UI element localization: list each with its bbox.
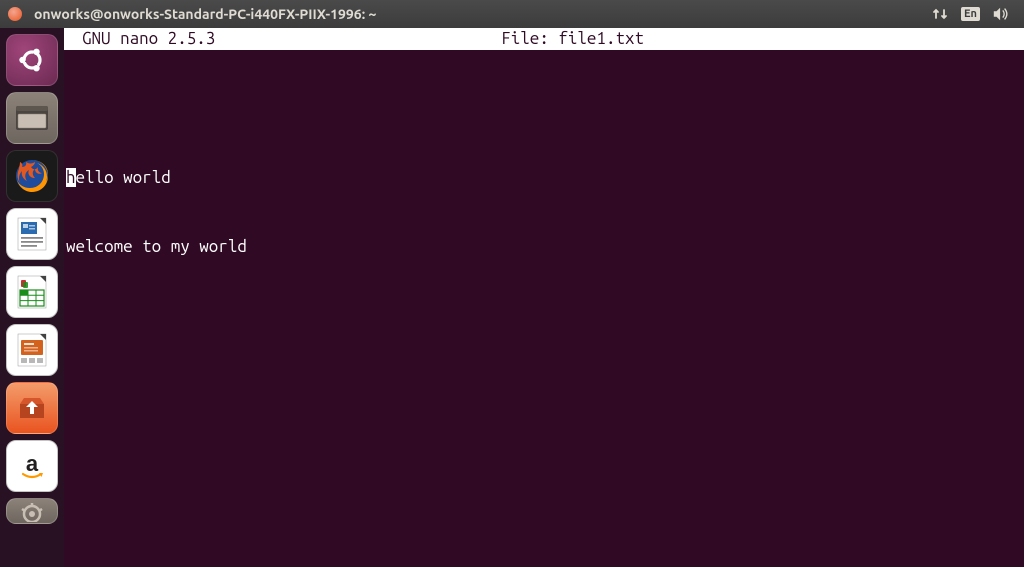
svg-text:a: a: [26, 451, 39, 476]
launcher-software[interactable]: [6, 382, 58, 434]
titlebar-left: onworks@onworks-Standard-PC-i440FX-PIIX-…: [8, 6, 376, 22]
amazon-icon: a: [12, 446, 52, 486]
language-indicator[interactable]: En: [961, 7, 980, 21]
window-title: onworks@onworks-Standard-PC-i440FX-PIIX-…: [34, 6, 376, 22]
unity-launcher: a: [0, 28, 64, 567]
settings-icon: [14, 500, 50, 522]
calc-icon: [12, 272, 52, 312]
terminal[interactable]: GNU nano 2.5.3 File: file1.txt hello wor…: [64, 28, 1024, 567]
window-titlebar: onworks@onworks-Standard-PC-i440FX-PIIX-…: [0, 0, 1024, 28]
editor-line-1: hello world: [64, 167, 1024, 190]
ubuntu-logo-icon: [16, 44, 48, 76]
nano-app-name: GNU nano 2.5.3: [68, 28, 215, 51]
sound-icon[interactable]: [992, 5, 1010, 23]
nano-file-label: File: file1.txt: [215, 28, 1020, 51]
launcher-writer[interactable]: [6, 208, 58, 260]
launcher-dash[interactable]: [6, 34, 58, 86]
editor-blank-line: [64, 98, 1024, 121]
impress-icon: [12, 330, 52, 370]
window-close-button[interactable]: [8, 7, 22, 21]
writer-icon: [12, 214, 52, 254]
nano-filename: file1.txt: [558, 29, 644, 48]
launcher-firefox[interactable]: [6, 150, 58, 202]
files-icon: [12, 100, 52, 136]
firefox-icon: [11, 155, 53, 197]
launcher-calc[interactable]: [6, 266, 58, 318]
editor-cursor: h: [66, 168, 76, 187]
nano-titlebar: GNU nano 2.5.3 File: file1.txt: [64, 28, 1024, 50]
system-tray: En: [931, 5, 1016, 23]
editor-content[interactable]: hello world welcome to my world: [64, 50, 1024, 304]
launcher-amazon[interactable]: a: [6, 440, 58, 492]
launcher-impress[interactable]: [6, 324, 58, 376]
launcher-files[interactable]: [6, 92, 58, 144]
network-icon[interactable]: [931, 5, 949, 23]
launcher-settings[interactable]: [6, 498, 58, 524]
software-icon: [12, 388, 52, 428]
editor-line-2: welcome to my world: [64, 236, 1024, 259]
main-area: a GNU nano 2.5.3 File: file1.txt: [0, 28, 1024, 567]
